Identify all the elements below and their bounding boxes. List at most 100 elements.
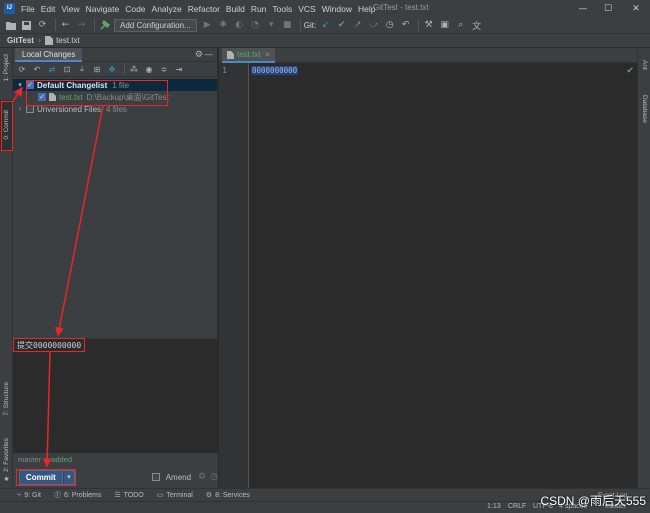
- menu-edit[interactable]: Edit: [41, 4, 56, 14]
- menu-window[interactable]: Window: [322, 4, 352, 14]
- tool-tab-database[interactable]: Database: [638, 88, 650, 130]
- forward-arrow-icon[interactable]: →: [75, 19, 88, 32]
- git-commit-icon[interactable]: ✔: [335, 19, 348, 32]
- caret-position[interactable]: 1:13: [487, 503, 501, 510]
- open-folder-icon[interactable]: [4, 19, 17, 32]
- shelve-icon[interactable]: ⊡: [61, 63, 73, 76]
- commit-message-input[interactable]: [13, 338, 218, 453]
- menu-tools[interactable]: Tools: [272, 4, 292, 14]
- branch-name: master: [18, 455, 41, 464]
- download-icon[interactable]: ⤓: [76, 63, 88, 76]
- menu-refactor[interactable]: Refactor: [188, 4, 220, 14]
- breadcrumb-file[interactable]: test.txt: [56, 36, 80, 45]
- tool-problems-label: Problems: [71, 492, 102, 499]
- editor-area[interactable]: 0000000000 ✔: [250, 63, 637, 488]
- main-toolbar: ⟳ ← → Add Configuration... ▶ ✱ ◐ ◔ ▾ ■ G…: [0, 17, 650, 34]
- tool-problems[interactable]: ⓵ 6: Problems: [54, 490, 101, 500]
- collapse-arrow-icon[interactable]: ›: [16, 106, 24, 113]
- git-push-icon[interactable]: ↗: [351, 19, 364, 32]
- gear-icon[interactable]: ⚙: [195, 50, 203, 60]
- search-everywhere-icon[interactable]: ⌕: [454, 19, 467, 32]
- commit-options-gear-icon[interactable]: ⚙: [198, 472, 206, 482]
- preview-eye-icon[interactable]: ◉: [143, 63, 155, 76]
- rollback-icon[interactable]: ↶: [31, 63, 43, 76]
- menu-build[interactable]: Build: [226, 4, 245, 14]
- commit-panel-header: Local Changes ⚙ —: [13, 48, 217, 62]
- sync-icon[interactable]: ⟳: [36, 19, 49, 32]
- project-structure-icon[interactable]: ▣: [438, 19, 451, 32]
- inspection-ok-icon[interactable]: ✔: [626, 66, 634, 76]
- run-icon[interactable]: ▶: [201, 19, 214, 32]
- close-icon[interactable]: ✕: [625, 0, 647, 17]
- commit-history-clock-icon[interactable]: ◷: [210, 472, 218, 482]
- tool-problems-key: 6: [63, 492, 68, 499]
- amend-label: Amend: [165, 472, 192, 482]
- tab-local-changes[interactable]: Local Changes: [15, 48, 83, 62]
- breadcrumb-project[interactable]: GitTest: [7, 36, 34, 45]
- hide-panel-icon[interactable]: —: [204, 50, 213, 60]
- toolbar-divider: [299, 19, 301, 31]
- expand-all-icon[interactable]: ≑: [158, 63, 170, 76]
- code-line: 0000000000: [251, 66, 299, 75]
- wrench-settings-icon[interactable]: ⚒: [422, 19, 435, 32]
- editor-tab-test-txt[interactable]: test.txt ✕: [222, 48, 276, 63]
- expand-arrow-icon[interactable]: ▾: [16, 81, 24, 89]
- refresh-icon[interactable]: ⟳: [16, 63, 28, 76]
- build-hammer-icon[interactable]: [98, 19, 111, 32]
- more-run-icon[interactable]: ▾: [265, 19, 278, 32]
- back-arrow-icon[interactable]: ←: [59, 19, 72, 32]
- menu-run[interactable]: Run: [251, 4, 267, 14]
- menu-file[interactable]: File: [21, 4, 35, 14]
- menu-vcs[interactable]: VCS: [298, 4, 315, 14]
- breadcrumb: GitTest › test.txt: [0, 34, 650, 48]
- minimize-icon[interactable]: —: [572, 0, 594, 17]
- translate-icon[interactable]: 文: [470, 19, 483, 32]
- add-configuration-button[interactable]: Add Configuration...: [114, 18, 197, 32]
- amend-checkbox[interactable]: [152, 473, 160, 481]
- tool-tab-favorites[interactable]: 2: Favorites: [0, 432, 13, 478]
- toolbar-divider: [55, 19, 56, 31]
- tool-services-label: Services: [222, 492, 250, 499]
- tool-todo[interactable]: ☰ TODO: [114, 491, 143, 499]
- group-by-icon[interactable]: ⁂: [128, 63, 140, 76]
- breadcrumb-separator-icon: ›: [37, 36, 42, 45]
- line-separator[interactable]: CRLF: [508, 503, 526, 510]
- tool-tab-ant[interactable]: Ant: [638, 54, 650, 76]
- unversioned-checkbox[interactable]: [26, 105, 34, 113]
- git-rollback-icon[interactable]: ↶: [399, 19, 412, 32]
- git-history-icon[interactable]: ⤻: [367, 19, 380, 32]
- editor-tab-bar: test.txt ✕: [219, 48, 637, 63]
- tool-tab-ant-label: Ant: [641, 60, 648, 70]
- tool-tab-structure[interactable]: 7: Structure: [0, 374, 13, 424]
- menu-navigate[interactable]: Navigate: [86, 4, 120, 14]
- watermark: CSDN @雨后天555: [540, 494, 646, 508]
- move-icon[interactable]: ✥: [106, 63, 118, 76]
- tool-todo-label: TODO: [123, 492, 144, 499]
- menu-bar: IJ File Edit View Navigate Code Analyze …: [0, 0, 650, 17]
- menu-code[interactable]: Code: [125, 4, 145, 14]
- stop-icon[interactable]: ■: [281, 19, 294, 32]
- menu-view[interactable]: View: [61, 4, 79, 14]
- coverage-icon[interactable]: ◐: [233, 19, 246, 32]
- git-update-icon[interactable]: ↙: [319, 19, 332, 32]
- unshelve-icon[interactable]: ⊞: [91, 63, 103, 76]
- debug-icon[interactable]: ✱: [217, 19, 230, 32]
- intellij-logo-icon: IJ: [4, 3, 15, 14]
- maximize-icon[interactable]: ☐: [597, 0, 619, 17]
- collapse-all-icon[interactable]: ⇥: [173, 63, 185, 76]
- menu-analyze[interactable]: Analyze: [152, 4, 182, 14]
- commit-status-line: master 1 added: [13, 453, 218, 466]
- editor-tab-label: test.txt: [237, 50, 261, 59]
- tool-terminal[interactable]: ▭ Terminal: [157, 491, 193, 499]
- git-show-history-icon[interactable]: ◷: [383, 19, 396, 32]
- tool-git[interactable]: ⑂ 9: Git: [17, 492, 41, 499]
- annotation-box-commit-button: [16, 469, 76, 486]
- tool-tab-database-label: Database: [641, 95, 648, 123]
- tool-services[interactable]: ⚙ 8: Services: [206, 491, 250, 499]
- tab-close-icon[interactable]: ✕: [265, 51, 271, 59]
- diff-icon[interactable]: ⇄: [46, 63, 58, 76]
- profile-icon[interactable]: ◔: [249, 19, 262, 32]
- problems-icon: ⓵: [53, 492, 61, 499]
- tool-tab-project[interactable]: 1: Project: [0, 50, 13, 86]
- save-icon[interactable]: [20, 19, 33, 32]
